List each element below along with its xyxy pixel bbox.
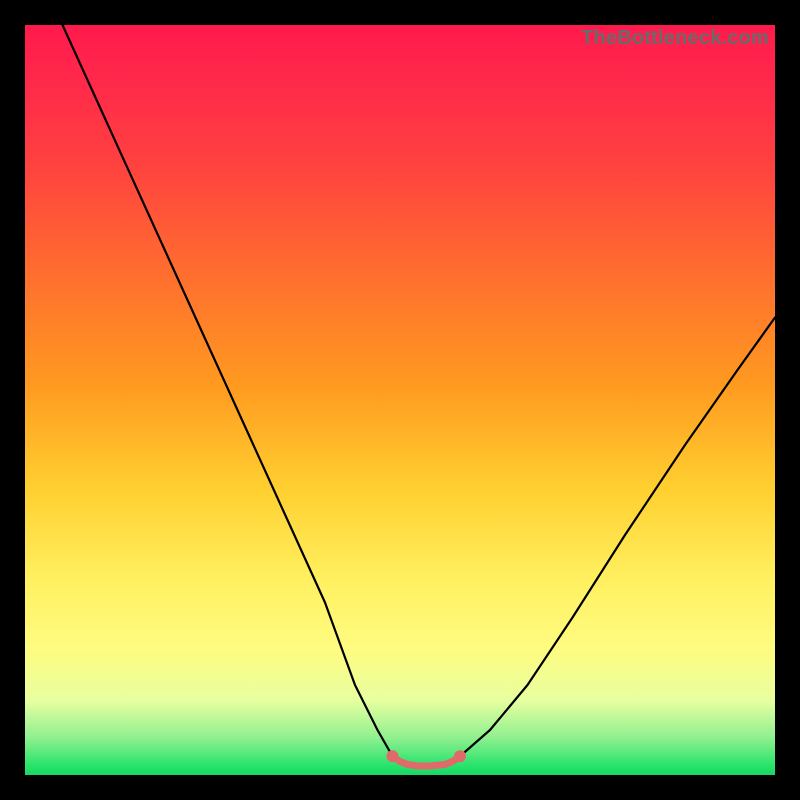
chart-frame: TheBottleneck.com <box>25 25 775 775</box>
highlight-curve <box>393 756 461 766</box>
highlight-dot <box>454 750 466 762</box>
highlight-dot <box>387 750 399 762</box>
curve-layer <box>25 25 775 775</box>
main-curve <box>63 25 776 766</box>
